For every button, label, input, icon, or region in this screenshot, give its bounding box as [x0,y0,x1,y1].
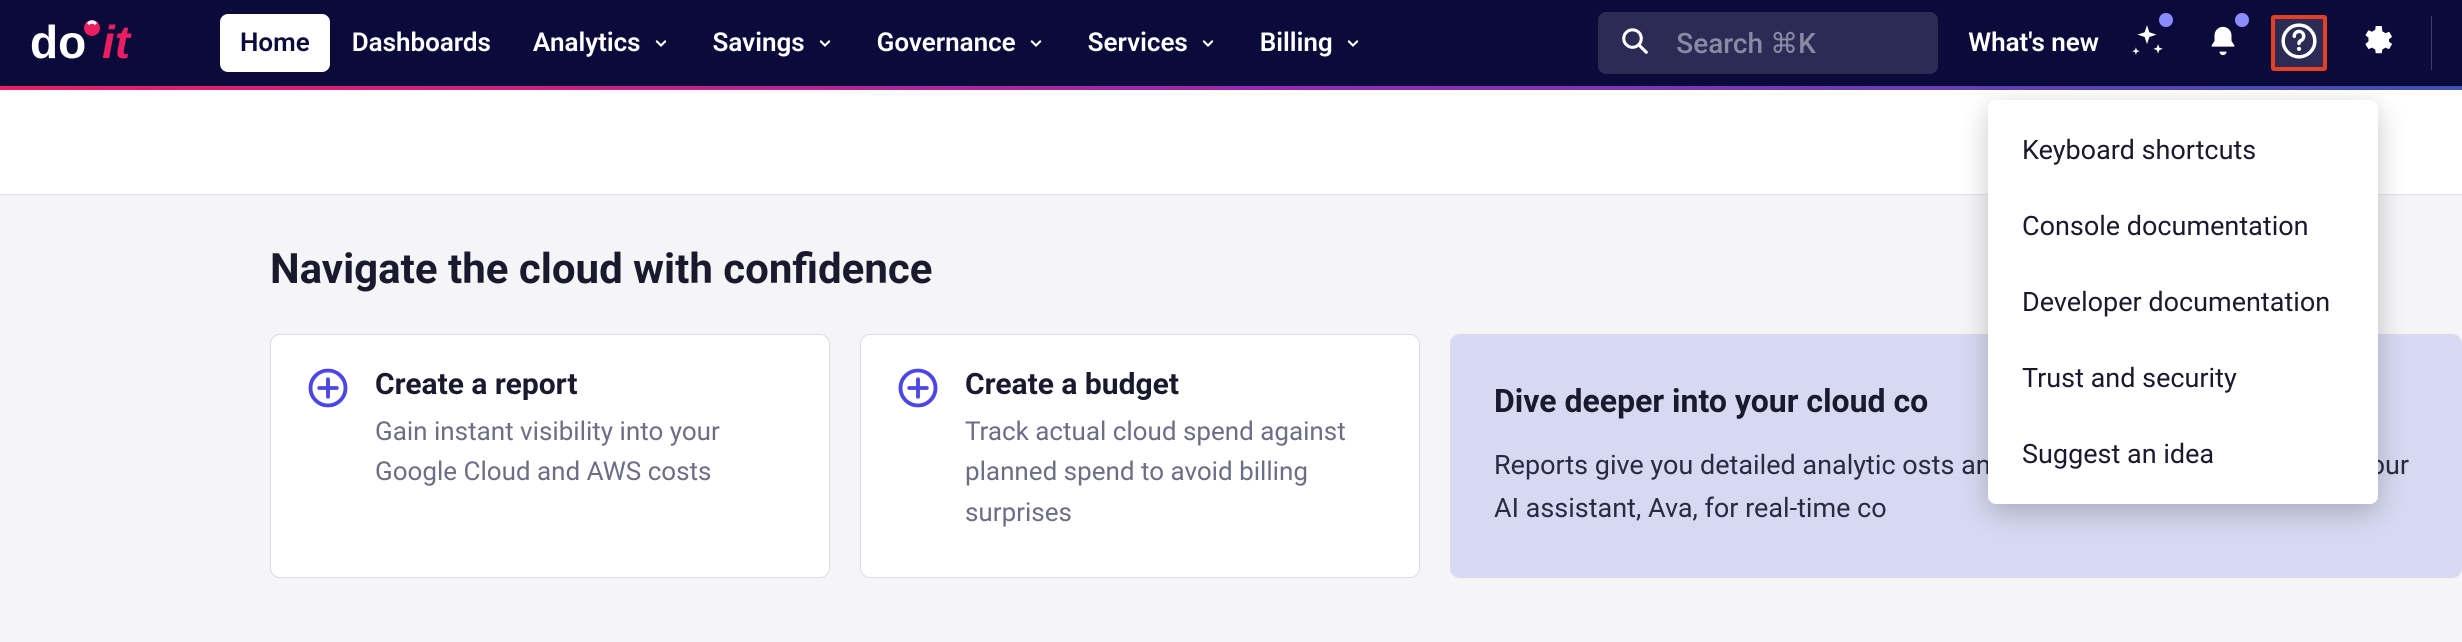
ai-sparkle-button[interactable] [2119,15,2175,71]
nav-billing[interactable]: Billing [1240,14,1383,72]
chevron-down-icon [1198,33,1218,53]
menu-console-documentation[interactable]: Console documentation [1988,188,2378,264]
svg-text:it: it [102,18,132,68]
nav-analytics[interactable]: Analytics [513,14,691,72]
chevron-down-icon [651,33,671,53]
vertical-divider [2431,16,2432,70]
plus-circle-icon [897,367,939,545]
nav-governance[interactable]: Governance [857,14,1066,72]
bell-icon [2206,24,2240,62]
sparkle-icon [2128,22,2166,64]
menu-developer-documentation[interactable]: Developer documentation [1988,264,2378,340]
nav-label: Governance [877,28,1016,58]
nav-label: Dashboards [352,28,491,58]
top-header: do it Home Dashboards Analytics Savings … [0,0,2462,90]
main-nav: Home Dashboards Analytics Savings Govern… [220,14,1383,72]
nav-label: Billing [1260,28,1333,58]
chevron-down-icon [1343,33,1363,53]
header-actions: What's new [1968,15,2432,71]
logo[interactable]: do it [30,18,200,68]
gear-icon [2357,23,2393,63]
help-button[interactable] [2271,15,2327,71]
notifications-button[interactable] [2195,15,2251,71]
svg-text:do: do [30,18,86,68]
notification-dot [2235,13,2249,27]
nav-dashboards[interactable]: Dashboards [332,14,511,72]
card-desc: Track actual cloud spend against planned… [965,412,1383,533]
nav-savings[interactable]: Savings [693,14,855,72]
menu-trust-security[interactable]: Trust and security [1988,340,2378,416]
whats-new-link[interactable]: What's new [1968,28,2099,58]
create-report-card[interactable]: Create a report Gain instant visibility … [270,334,830,578]
help-icon [2280,22,2318,64]
chevron-down-icon [815,33,835,53]
settings-button[interactable] [2347,15,2403,71]
card-title: Create a budget [965,367,1383,402]
search-box[interactable]: Search ⌘K [1598,12,1938,74]
menu-keyboard-shortcuts[interactable]: Keyboard shortcuts [1988,112,2378,188]
nav-label: Home [240,28,310,58]
nav-home[interactable]: Home [220,14,330,72]
nav-label: Services [1088,28,1188,58]
chevron-down-icon [1026,33,1046,53]
search-placeholder: Search ⌘K [1676,27,1816,60]
plus-circle-icon [307,367,349,545]
card-desc: Gain instant visibility into your Google… [375,412,793,493]
nav-label: Analytics [533,28,641,58]
nav-label: Savings [713,28,805,58]
notification-dot [2159,13,2173,27]
nav-services[interactable]: Services [1068,14,1238,72]
menu-suggest-idea[interactable]: Suggest an idea [1988,416,2378,492]
search-icon [1620,26,1650,60]
help-dropdown-menu: Keyboard shortcuts Console documentation… [1988,100,2378,504]
create-budget-card[interactable]: Create a budget Track actual cloud spend… [860,334,1420,578]
card-title: Create a report [375,367,793,402]
